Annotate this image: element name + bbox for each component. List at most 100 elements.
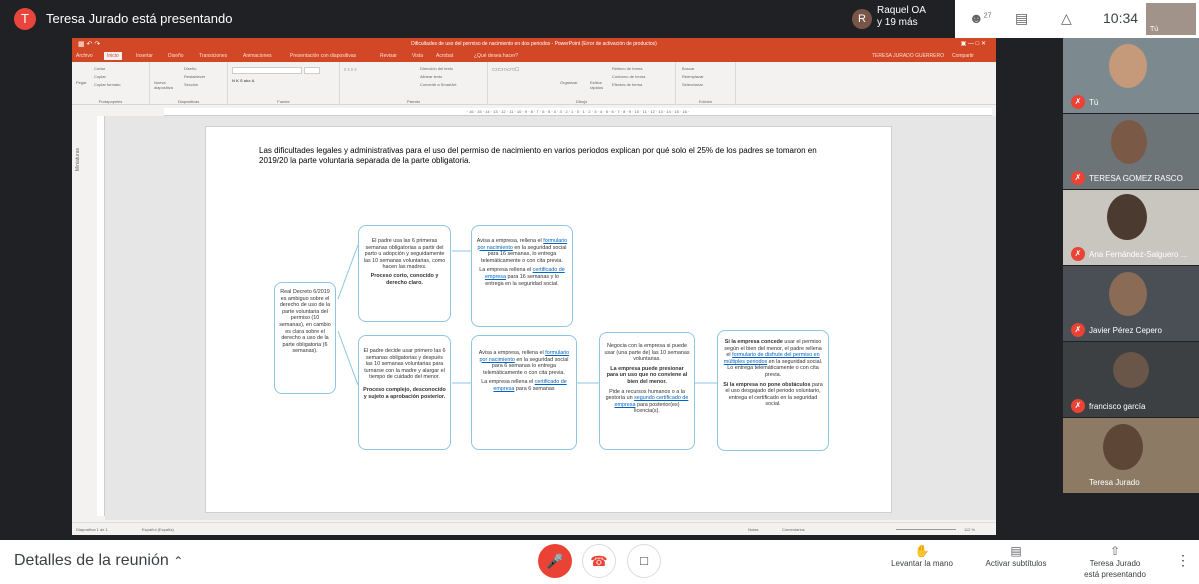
tab-transiciones: Transiciones: [199, 53, 228, 59]
tab-presentacion: Presentación con diapositivas: [290, 53, 357, 59]
participant-name: Javier Pérez Cepero: [1089, 326, 1162, 335]
participant-tile[interactable]: ✗ Tú: [1063, 38, 1199, 113]
mic-off-icon: ✗: [1071, 95, 1085, 109]
participant-name: francisco garcía: [1089, 402, 1146, 411]
bottom-step-2-c: La empresa rellena el: [481, 379, 534, 386]
ribbon-relleno: Relleno de forma: [612, 66, 643, 71]
bottom-step-2-d: para 6 semanas: [515, 385, 555, 392]
viewer-name: Raquel OA: [877, 5, 926, 16]
mic-off-icon: ✗: [1071, 247, 1085, 261]
root-box: Real Decreto 6/2019 es ambiguo sobre el …: [274, 282, 336, 394]
meeting-details-button[interactable]: Detalles de la reunión ⌃: [14, 552, 183, 570]
font-name-field: [232, 67, 302, 74]
ppt-statusbar: Diapositiva 1 de 1 Español (España) Nota…: [72, 522, 996, 535]
group-label: Párrafo: [406, 99, 421, 104]
more-options-icon[interactable]: ⋮: [1176, 552, 1190, 569]
chat-icon[interactable]: ▤: [1015, 10, 1028, 27]
tab-animaciones: Animaciones: [243, 53, 272, 59]
list-icons: ≡ ≡ ≡ ≡: [344, 67, 357, 72]
ppt-titlebar: ▦ ↶ ↷ Dificultades de uso del permiso de…: [72, 38, 996, 51]
ribbon-reemplazar: Reemplazar: [682, 74, 704, 79]
viewer-info: Raquel OA y 19 más: [877, 5, 926, 29]
mic-off-icon: ✗: [1071, 323, 1085, 337]
tab-acrobat: Acrobat: [436, 53, 454, 59]
bottom-step-3-box: Negocia con la empresa si puede usar (un…: [599, 332, 695, 450]
tab-archivo: Archivo: [76, 53, 93, 59]
tab-insertar: Insertar: [136, 53, 153, 59]
top-step-2-a: Avisa a empresa, rellena el: [476, 238, 542, 244]
ribbon-nueva: Nueva diapositiva: [154, 80, 173, 90]
font-size-field: [304, 67, 320, 74]
phone-icon: ☎: [590, 553, 608, 569]
activities-icon[interactable]: △: [1061, 10, 1072, 27]
camera-icon: □: [640, 553, 648, 568]
hang-up-button[interactable]: ☎: [582, 544, 616, 578]
ribbon-copiar: Copiar: [94, 74, 106, 79]
captions-button[interactable]: ▤ Activar subtítulos: [978, 544, 1054, 569]
top-step-2-c: La empresa rellena el: [479, 267, 532, 274]
ribbon-alinear: Alinear texto: [420, 74, 443, 79]
connector-root-bottom: [337, 330, 359, 386]
participants-panel: ✗ Tú ✗ TERESA GOMEZ RASCO ✗ Ana Fernánde…: [1061, 38, 1199, 540]
bottom-step-4-box: Si la empresa concede usar el permiso se…: [717, 330, 829, 451]
group-fuente: N K S abc A Fuente: [228, 62, 340, 105]
root-text: Real Decreto 6/2019 es ambiguo sobre el …: [279, 289, 331, 355]
vertical-ruler: [97, 116, 105, 516]
participant-tile[interactable]: ✗ francisco garcía: [1063, 342, 1199, 417]
bottom-step-3-bold: La empresa puede presionar para un uso q…: [606, 365, 688, 385]
ribbon-direccion: Dirección del texto: [420, 66, 453, 71]
participant-tile[interactable]: ✗ Javier Pérez Cepero: [1063, 266, 1199, 341]
participant-tile[interactable]: ✗ TERESA GOMEZ RASCO: [1063, 114, 1199, 189]
share-button: Compartir: [952, 53, 974, 59]
participant-name: TERESA GOMEZ RASCO: [1089, 174, 1183, 183]
powerpoint-window: ▦ ↶ ↷ Dificultades de uso del permiso de…: [72, 38, 996, 535]
self-thumbnail[interactable]: Tú: [1146, 3, 1196, 35]
participant-tile[interactable]: ✗ Ana Fernández-Salguero ...: [1063, 190, 1199, 265]
bottom-step-3-a: Negocia con la empresa si puede usar (un…: [604, 343, 690, 363]
self-thumb-label: Tú: [1150, 26, 1159, 33]
ribbon-pegar: Pegar: [76, 80, 87, 85]
ribbon-efectos: Efectos de forma: [612, 82, 643, 87]
slide: Las dificultades legales y administrativ…: [205, 126, 892, 513]
meeting-top-bar: T Teresa Jurado está presentando R Raque…: [0, 0, 1199, 38]
chevron-up-icon: ⌃: [173, 554, 184, 568]
people-icon[interactable]: ☻27: [969, 10, 992, 26]
top-step-2-para: La empresa rellena el certificado de emp…: [476, 267, 568, 287]
ribbon-seleccionar: Seleccionar: [682, 82, 703, 87]
meeting-controls-bar: Detalles de la reunión ⌃ 🎤 ☎ □ ✋ Levanta…: [0, 540, 1199, 584]
bottom-step-3-c: para posterior(es) licencia(s).: [634, 401, 680, 415]
zoom-slider: [896, 529, 956, 530]
group-label: Edición: [698, 99, 713, 104]
horizontal-ruler: · 16 · 15 · 14 · 13 · 12 · 11 · 10 · 9 ·…: [164, 108, 992, 116]
raise-hand-label: Levantar la mano: [891, 559, 953, 568]
window-controls-icon: ▣ — □ ✕: [960, 41, 986, 47]
bottom-step-4-para: Si la empresa no pone obstáculos para el…: [722, 382, 824, 408]
bottom-step-2-para: La empresa rellena el certificado de emp…: [476, 379, 572, 392]
participant-video: [1103, 424, 1143, 470]
presenting-button[interactable]: ⇧ Teresa Jurado está presentando: [1078, 544, 1152, 580]
camera-toggle-button[interactable]: □: [627, 544, 661, 578]
status-slide: Diapositiva 1 de 1: [76, 527, 108, 532]
meeting-details-label: Detalles de la reunión: [14, 552, 169, 569]
ribbon-seccion: Sección: [184, 82, 199, 87]
presenter-avatar: T: [14, 8, 36, 30]
participant-tile[interactable]: Teresa Jurado: [1063, 418, 1199, 493]
ribbon-restablecer: Restablecer: [184, 74, 206, 79]
font-style-icons: N K S abc A: [232, 78, 255, 83]
group-edicion: Buscar Reemplazar Seleccionar Edición: [676, 62, 736, 105]
mic-off-icon: ✗: [1071, 171, 1085, 185]
viewer-avatar: R: [852, 9, 872, 29]
shapes-gallery-icon: ▭▭○▱○□: [492, 67, 519, 73]
participant-avatar: [1113, 352, 1149, 388]
thumbs-label: Miniaturas: [75, 148, 81, 172]
ppt-title: Dificultades de uso del permiso de nacim…: [411, 41, 657, 47]
group-label: Diapositivas: [177, 99, 200, 104]
participant-name: Ana Fernández-Salguero ...: [1089, 250, 1188, 259]
group-label: Portapapeles: [98, 99, 123, 104]
mic-toggle-button[interactable]: 🎤: [538, 544, 572, 578]
ribbon-copiar-formato: Copiar formato: [94, 82, 121, 87]
ribbon-buscar: Buscar: [682, 66, 695, 71]
presenting-line-1: Teresa Jurado: [1089, 559, 1141, 568]
raise-hand-button[interactable]: ✋ Levantar la mano: [886, 544, 958, 569]
top-step-1-bold: Proceso corto, conocido y derecho claro.: [370, 272, 439, 286]
